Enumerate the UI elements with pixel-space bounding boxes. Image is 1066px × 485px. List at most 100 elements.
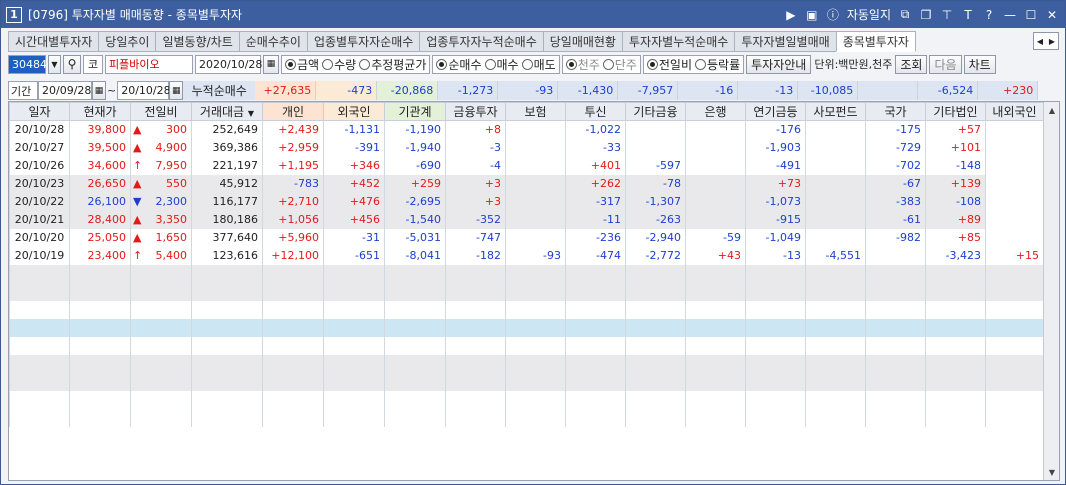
tab-today-trade[interactable]: 당일매매현황 bbox=[542, 31, 622, 52]
col-date[interactable]: 일자 bbox=[9, 102, 70, 121]
col-pension[interactable]: 연기금등 bbox=[745, 102, 806, 121]
memo-icon[interactable]: ▣ bbox=[805, 8, 819, 22]
period-to-input[interactable]: 20/10/28 bbox=[117, 81, 171, 100]
table-cell bbox=[685, 138, 746, 157]
table-cell: +2,710 bbox=[262, 192, 324, 211]
col-insurance[interactable]: 보험 bbox=[505, 102, 566, 121]
table-cell: -383 bbox=[865, 192, 926, 211]
radio-net-buy[interactable]: 순매수 bbox=[436, 56, 482, 73]
date-input[interactable]: 2020/10/28 bbox=[195, 54, 262, 74]
close-icon[interactable]: ✕ bbox=[1045, 8, 1059, 22]
investor-guide-button[interactable]: 투자자안내 bbox=[746, 54, 812, 74]
next-button[interactable]: 다음 bbox=[929, 54, 962, 74]
table-cell: -3 bbox=[445, 138, 506, 157]
tab-investor-cum[interactable]: 투자자별누적순매수 bbox=[621, 31, 735, 52]
vertical-scrollbar[interactable]: ▲ ▼ bbox=[1043, 102, 1059, 480]
empty-cell bbox=[445, 318, 506, 337]
table-row[interactable]: 20/10/26 34,600 ↑ 7,950 221,197 +1,195 +346 -69… bbox=[9, 156, 1044, 175]
tab-sector-cum[interactable]: 업종투자자누적순매수 bbox=[419, 31, 543, 52]
chart-button[interactable]: 차트 bbox=[963, 54, 996, 74]
tab-today-trend[interactable]: 당일추이 bbox=[98, 31, 156, 52]
sort-down-icon[interactable]: ▼ bbox=[248, 109, 254, 118]
empty-cell bbox=[925, 354, 986, 373]
tab-investor-daily[interactable]: 투자자별일별매매 bbox=[734, 31, 836, 52]
table-row[interactable]: 20/10/19 23,400 ↑ 5,400 123,616 +12,100 -651 -8… bbox=[9, 246, 1044, 265]
col-fin-invest[interactable]: 금융투자 bbox=[445, 102, 506, 121]
table-row[interactable]: 20/10/28 39,800 ▲ 300 252,649 +2,439 -1,131 -1,… bbox=[9, 120, 1044, 139]
scroll-down-icon[interactable]: ▼ bbox=[1044, 464, 1059, 480]
table-cell: 123,616 bbox=[191, 246, 263, 265]
table-row[interactable]: 20/10/23 26,650 ▲ 550 45,912 -783 +452 +259 +3 +2… bbox=[9, 174, 1044, 193]
col-individual[interactable]: 개인 bbox=[262, 102, 324, 121]
search-button[interactable]: 조회 bbox=[895, 54, 928, 74]
empty-cell bbox=[745, 300, 806, 319]
radio-prev-day[interactable]: 전일비 bbox=[646, 56, 692, 73]
col-other-fin[interactable]: 기타금융 bbox=[625, 102, 686, 121]
radio-buy[interactable]: 매수 bbox=[484, 56, 519, 73]
col-change[interactable]: 전일비 bbox=[130, 102, 192, 121]
empty-cell bbox=[445, 408, 506, 427]
pin-icon[interactable]: ⊤ bbox=[940, 8, 954, 22]
help-icon[interactable]: ? bbox=[982, 8, 996, 22]
col-bank[interactable]: 은행 bbox=[685, 102, 746, 121]
empty-cell bbox=[262, 300, 324, 319]
col-volume[interactable]: 거래대금 ▼ bbox=[191, 102, 263, 121]
minimize-icon[interactable]: — bbox=[1003, 8, 1017, 22]
arrow-up-icon: ↑ bbox=[133, 159, 143, 172]
tab-right-icon[interactable]: ▶ bbox=[1046, 33, 1058, 49]
tab-left-icon[interactable]: ◀ bbox=[1034, 33, 1046, 49]
play-icon[interactable]: ▶ bbox=[784, 8, 798, 22]
table-cell-change: ▲ 4,900 bbox=[130, 138, 192, 157]
scroll-up-icon[interactable]: ▲ bbox=[1044, 102, 1059, 118]
radio-change-rate[interactable]: 등락률 bbox=[695, 56, 740, 73]
text-icon[interactable]: T bbox=[961, 8, 975, 22]
table-cell: -317 bbox=[565, 192, 626, 211]
tab-daily-chart[interactable]: 일별동향/차트 bbox=[155, 31, 239, 52]
radio-avg-price[interactable]: 추정평균가 bbox=[359, 56, 426, 73]
auto-log-button[interactable]: 자동일지 bbox=[847, 6, 891, 23]
code-dropdown-icon[interactable]: ▼ bbox=[48, 54, 61, 74]
col-trust[interactable]: 투신 bbox=[565, 102, 626, 121]
empty-row bbox=[9, 300, 1044, 319]
radio-single[interactable]: 단주 bbox=[602, 56, 637, 73]
col-nation[interactable]: 국가 bbox=[865, 102, 926, 121]
col-private-fund[interactable]: 사모펀드 bbox=[805, 102, 866, 121]
period-from-input[interactable]: 20/09/28 bbox=[38, 81, 92, 100]
arrow-down-icon: ▼ bbox=[133, 195, 142, 208]
empty-cell bbox=[985, 372, 1044, 391]
table-cell bbox=[505, 228, 566, 247]
info-icon[interactable]: ⓘ bbox=[826, 8, 840, 22]
table-cell-change: ▲ 1,650 bbox=[130, 228, 192, 247]
col-price[interactable]: 현재가 bbox=[69, 102, 131, 121]
window-copy-icon[interactable]: ❐ bbox=[919, 8, 933, 22]
maximize-icon[interactable]: ☐ bbox=[1024, 8, 1038, 22]
radio-amount[interactable]: 금액 bbox=[285, 56, 319, 73]
empty-cell bbox=[985, 336, 1044, 355]
tab-net-buy-trend[interactable]: 순매수추이 bbox=[238, 31, 307, 52]
tab-time[interactable]: 시간대별투자자 bbox=[8, 31, 99, 52]
calendar-to-icon[interactable]: ▦ bbox=[169, 81, 184, 100]
tab-stock-investor[interactable]: 종목별투자자 bbox=[835, 31, 916, 52]
col-domestic-foreign[interactable]: 내외국인 bbox=[985, 102, 1044, 121]
search-icon[interactable]: ⚲ bbox=[63, 54, 81, 74]
col-other-corp[interactable]: 기타법인 bbox=[925, 102, 986, 121]
arrow-up-icon: ▲ bbox=[133, 231, 142, 244]
col-institution[interactable]: 기관계 bbox=[384, 102, 446, 121]
empty-cell bbox=[191, 390, 263, 409]
radio-thousand[interactable]: 천주 bbox=[565, 56, 600, 73]
table-cell: +73 bbox=[745, 174, 806, 193]
calendar-from-icon[interactable]: ▦ bbox=[92, 81, 106, 100]
tab-sector-net-buy[interactable]: 업종별투자자순매수 bbox=[306, 31, 420, 52]
table-cell: -4 bbox=[445, 156, 506, 175]
col-foreign[interactable]: 외국인 bbox=[323, 102, 385, 121]
stock-code-input[interactable]: 304840 bbox=[8, 54, 54, 74]
table-row[interactable]: 20/10/27 39,500 ▲ 4,900 369,386 +2,959 -391 -1,… bbox=[9, 138, 1044, 157]
radio-sell[interactable]: 매도 bbox=[521, 56, 556, 73]
table-cell bbox=[625, 120, 686, 139]
radio-quantity[interactable]: 수량 bbox=[322, 56, 356, 73]
table-row[interactable]: 20/10/21 28,400 ▲ 3,350 180,186 +1,056 +456 -1,… bbox=[9, 210, 1044, 229]
link-icon[interactable]: ⧉ bbox=[898, 7, 912, 22]
table-row[interactable]: 20/10/22 26,100 ▼ 2,300 116,177 +2,710 +476 -2,… bbox=[9, 192, 1044, 211]
table-row[interactable]: 20/10/20 25,050 ▲ 1,650 377,640 +5,960 -31 -5,0… bbox=[9, 228, 1044, 247]
calendar-icon[interactable]: ▦ bbox=[263, 54, 279, 74]
